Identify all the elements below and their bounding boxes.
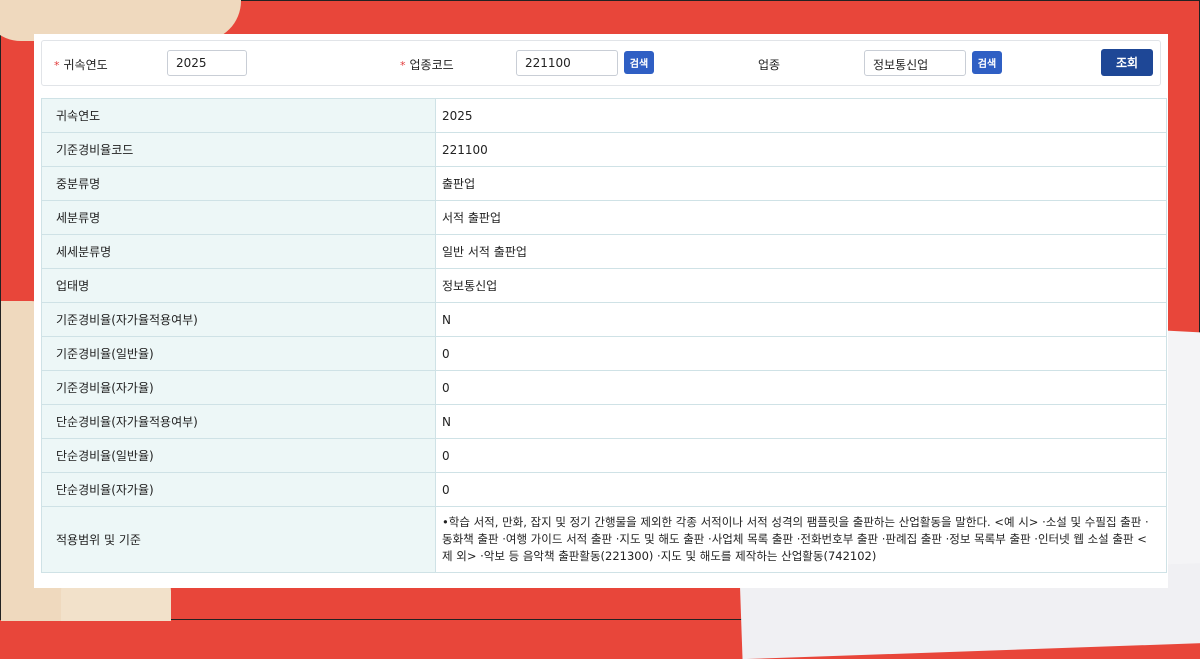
- row-value: 0: [435, 438, 1167, 473]
- row-value: 출판업: [435, 166, 1167, 201]
- row-label: 기준경비율(자가율): [41, 370, 436, 405]
- required-mark: *: [54, 59, 60, 72]
- table-row: 업태명 정보통신업: [41, 268, 1167, 303]
- search-bar: * 귀속연도 2025 * 업종코드 221100 검색 업종 정보통신업 검색 조…: [41, 40, 1161, 86]
- industry-code-search-button[interactable]: 검색: [624, 51, 654, 74]
- year-label: * 귀속연도: [54, 56, 108, 73]
- table-row: 세분류명 서적 출판업: [41, 200, 1167, 235]
- row-value: 서적 출판업: [435, 200, 1167, 235]
- row-label: 기준경비율(일반율): [41, 336, 436, 371]
- row-label: 업태명: [41, 268, 436, 303]
- required-mark: *: [400, 59, 406, 72]
- industry-code-label-text: 업종코드: [409, 58, 454, 72]
- industry-label: 업종: [758, 58, 781, 72]
- table-row: 기준경비율(자가율) 0: [41, 370, 1167, 405]
- row-value: N: [435, 404, 1167, 439]
- row-label: 귀속연도: [41, 98, 436, 133]
- row-label: 기준경비율(자가율적용여부): [41, 302, 436, 337]
- row-label: 세분류명: [41, 200, 436, 235]
- row-label: 적용범위 및 기준: [41, 506, 436, 573]
- table-row: 기준경비율코드 221100: [41, 132, 1167, 167]
- row-label: 중분류명: [41, 166, 436, 201]
- row-value: •학습 서적, 만화, 잡지 및 정기 간행물을 제외한 각종 서적이나 서적 …: [435, 506, 1167, 573]
- row-value: 정보통신업: [435, 268, 1167, 303]
- year-input[interactable]: 2025: [167, 50, 247, 76]
- row-value: 221100: [435, 132, 1167, 167]
- industry-code-label: * 업종코드: [400, 56, 454, 73]
- row-label: 세세분류명: [41, 234, 436, 269]
- table-row: 귀속연도 2025: [41, 98, 1167, 133]
- row-value: 0: [435, 472, 1167, 507]
- row-value: N: [435, 302, 1167, 337]
- table-row: 단순경비율(일반율) 0: [41, 438, 1167, 473]
- industry-search-button[interactable]: 검색: [972, 51, 1002, 74]
- table-row: 세세분류명 일반 서적 출판업: [41, 234, 1167, 269]
- row-value: 2025: [435, 98, 1167, 133]
- table-row: 단순경비율(자가율적용여부) N: [41, 404, 1167, 439]
- lookup-panel: * 귀속연도 2025 * 업종코드 221100 검색 업종 정보통신업 검색 조…: [34, 34, 1168, 588]
- row-label: 단순경비율(일반율): [41, 438, 436, 473]
- query-button[interactable]: 조회: [1101, 49, 1153, 76]
- row-value: 0: [435, 336, 1167, 371]
- row-value: 일반 서적 출판업: [435, 234, 1167, 269]
- industry-code-input[interactable]: 221100: [516, 50, 618, 76]
- row-value: 0: [435, 370, 1167, 405]
- row-label: 단순경비율(자가율적용여부): [41, 404, 436, 439]
- row-label: 기준경비율코드: [41, 132, 436, 167]
- year-label-text: 귀속연도: [63, 58, 108, 72]
- industry-input[interactable]: 정보통신업: [864, 50, 966, 76]
- table-row: 기준경비율(자가율적용여부) N: [41, 302, 1167, 337]
- table-row: 적용범위 및 기준 •학습 서적, 만화, 잡지 및 정기 간행물을 제외한 각종…: [41, 506, 1167, 573]
- table-row: 기준경비율(일반율) 0: [41, 336, 1167, 371]
- result-table: 귀속연도 2025 기준경비율코드 221100 중분류명 출판업 세분류명 서적 출판업 세세…: [41, 98, 1167, 573]
- table-row: 단순경비율(자가율) 0: [41, 472, 1167, 507]
- row-label: 단순경비율(자가율): [41, 472, 436, 507]
- table-row: 중분류명 출판업: [41, 166, 1167, 201]
